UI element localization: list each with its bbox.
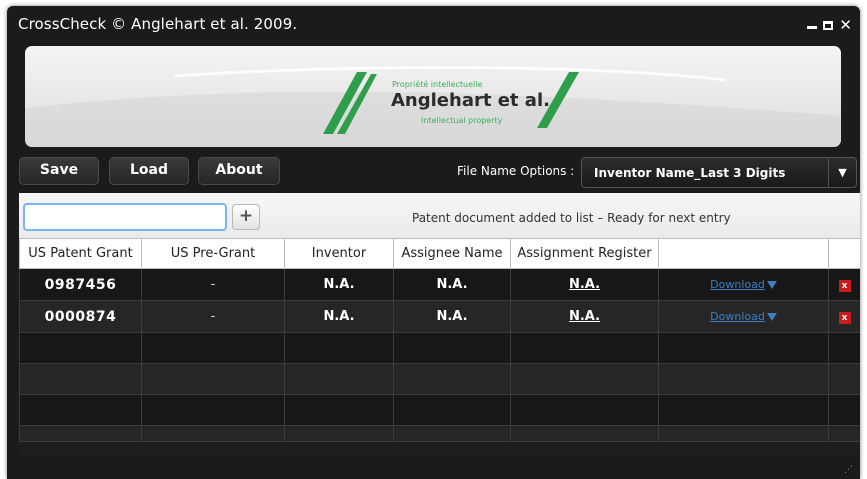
empty-table-row bbox=[19, 332, 860, 364]
table-row[interactable]: 0000874 - N.A. N.A. N.A. Download x bbox=[19, 300, 860, 333]
patent-table: US Patent Grant US Pre-Grant Inventor As… bbox=[19, 238, 860, 456]
patent-number-input[interactable] bbox=[23, 203, 227, 231]
col-header-us-pre-grant[interactable]: US Pre-Grant bbox=[141, 238, 285, 269]
delete-row-icon[interactable]: x bbox=[838, 280, 851, 292]
download-link[interactable]: Download bbox=[710, 278, 765, 291]
logo-tagline-fr: Propriété intellectuelle bbox=[392, 80, 483, 89]
minimize-icon bbox=[807, 26, 818, 29]
plus-icon: + bbox=[238, 206, 254, 226]
title-bar[interactable]: CrossCheck © Anglehart et al. 2009. ✕ bbox=[7, 6, 860, 44]
cell-assignee-name: N.A. bbox=[393, 300, 511, 333]
resize-grip-icon[interactable]: ⋰ bbox=[844, 465, 854, 475]
close-button[interactable]: ✕ bbox=[839, 16, 852, 34]
cell-assignment-register: N.A. bbox=[510, 268, 659, 301]
table-row[interactable]: 0987456 - N.A. N.A. N.A. Download x bbox=[19, 268, 860, 301]
col-header-delete bbox=[828, 238, 860, 269]
cell-assignee-name: N.A. bbox=[393, 268, 511, 301]
maximize-icon bbox=[823, 20, 834, 30]
file-name-option-selected: Inventor Name_Last 3 Digits bbox=[594, 166, 786, 180]
cell-download: Download bbox=[658, 300, 829, 333]
download-link[interactable]: Download bbox=[710, 310, 765, 323]
about-button[interactable]: About bbox=[198, 157, 280, 185]
cell-delete: x bbox=[828, 300, 860, 333]
col-header-inventor[interactable]: Inventor bbox=[284, 238, 394, 269]
assignment-register-link[interactable]: N.A. bbox=[569, 277, 600, 292]
status-bar: ⋰ bbox=[7, 459, 860, 479]
close-icon: ✕ bbox=[839, 16, 852, 34]
cell-download: Download bbox=[658, 268, 829, 301]
cell-assignment-register: N.A. bbox=[510, 300, 659, 333]
minimize-button[interactable] bbox=[807, 21, 818, 29]
col-header-download bbox=[658, 238, 829, 269]
entry-bar: + Patent document added to list – Ready … bbox=[19, 193, 860, 238]
col-header-assignee-name[interactable]: Assignee Name bbox=[393, 238, 511, 269]
maximize-button[interactable] bbox=[823, 20, 834, 30]
cell-us-pre-grant: - bbox=[141, 300, 285, 333]
window-controls: ✕ bbox=[807, 16, 852, 34]
save-button[interactable]: Save bbox=[19, 157, 99, 185]
col-header-us-patent-grant[interactable]: US Patent Grant bbox=[19, 238, 142, 269]
empty-table-row bbox=[19, 425, 860, 442]
table-header: US Patent Grant US Pre-Grant Inventor As… bbox=[19, 238, 860, 269]
empty-table-row bbox=[19, 363, 860, 395]
status-message: Patent document added to list – Ready fo… bbox=[412, 211, 731, 225]
assignment-register-link[interactable]: N.A. bbox=[569, 309, 600, 324]
logo-banner: Propriété intellectuelle Anglehart et al… bbox=[25, 46, 841, 147]
load-button[interactable]: Load bbox=[109, 157, 189, 185]
download-arrow-icon[interactable] bbox=[766, 281, 777, 289]
download-arrow-icon[interactable] bbox=[766, 313, 777, 321]
cell-inventor: N.A. bbox=[284, 300, 394, 333]
cell-us-patent-grant: 0987456 bbox=[19, 268, 142, 301]
app-window: CrossCheck © Anglehart et al. 2009. ✕ Pr… bbox=[7, 6, 860, 479]
cell-inventor: N.A. bbox=[284, 268, 394, 301]
cell-delete: x bbox=[828, 268, 860, 301]
window-title: CrossCheck © Anglehart et al. 2009. bbox=[18, 15, 298, 33]
cell-us-patent-grant: 0000874 bbox=[19, 300, 142, 333]
add-entry-button[interactable]: + bbox=[232, 204, 260, 230]
cell-us-pre-grant: - bbox=[141, 268, 285, 301]
col-header-assignment-register[interactable]: Assignment Register bbox=[510, 238, 659, 269]
file-name-options-dropdown[interactable]: Inventor Name_Last 3 Digits ▼ bbox=[581, 157, 857, 188]
empty-table-row bbox=[19, 394, 860, 426]
dropdown-arrow-icon[interactable]: ▼ bbox=[828, 158, 856, 187]
logo-company-name: Anglehart et al. bbox=[391, 90, 550, 111]
logo-tagline-en: Intellectual property bbox=[421, 116, 503, 125]
delete-row-icon[interactable]: x bbox=[838, 312, 851, 324]
file-name-options-label: File Name Options : bbox=[457, 164, 575, 178]
